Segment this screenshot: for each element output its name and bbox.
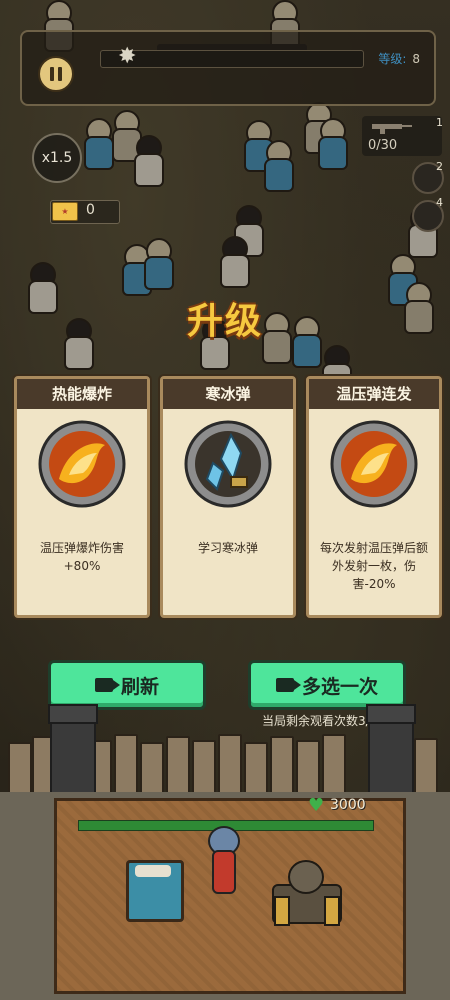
ice-crystal-icon bbox=[184, 420, 272, 508]
card-description: 温压弹爆炸伤害+80% bbox=[39, 541, 124, 573]
hero-character bbox=[200, 826, 244, 896]
upgrade-card-3[interactable]: 温压弹连发 每次发射温压弹后额外发射一枚，伤害-20% bbox=[306, 376, 442, 618]
fireball-icon bbox=[330, 420, 418, 508]
level-value: 8 bbox=[412, 52, 420, 66]
card-title: 温压弹连发 bbox=[309, 379, 439, 409]
weapon-slot-number: 1 bbox=[436, 116, 443, 129]
ticket-count: 0 bbox=[86, 202, 95, 218]
level-label: 等级: bbox=[378, 52, 407, 66]
top-hud bbox=[20, 30, 436, 106]
wall-pillar bbox=[48, 704, 98, 796]
pause-button[interactable] bbox=[38, 56, 74, 92]
pause-icon bbox=[50, 67, 54, 81]
turret bbox=[266, 854, 344, 926]
pick-again-label: 多选一次 bbox=[301, 675, 378, 698]
bed bbox=[126, 860, 184, 922]
weapon-slot-number: 2 bbox=[436, 160, 443, 173]
card-title: 寒冰弹 bbox=[163, 379, 293, 409]
star-burst-icon: ✸ bbox=[118, 44, 137, 69]
refresh-label: 刷新 bbox=[120, 675, 159, 698]
base-hp: 3000 bbox=[330, 797, 366, 813]
pick-again-button[interactable]: 多选一次 bbox=[248, 660, 406, 710]
wave-progress-bar bbox=[100, 50, 364, 68]
weapon-slot-number: 4 bbox=[436, 196, 443, 209]
upgrade-card-2[interactable]: 寒冰弹 学习寒冰弹 bbox=[160, 376, 296, 618]
ammo-count: 0/30 bbox=[368, 138, 398, 153]
heart-icon: ♥ bbox=[308, 795, 325, 816]
upgrade-title: 升级 bbox=[186, 301, 263, 342]
video-camera-icon bbox=[94, 678, 113, 692]
fireball-icon bbox=[38, 420, 126, 508]
rifle-icon bbox=[372, 124, 412, 134]
card-description: 每次发射温压弹后额外发射一枚，伤害-20% bbox=[319, 541, 428, 591]
ticket-icon: ★ bbox=[52, 202, 78, 221]
card-title: 热能爆炸 bbox=[17, 379, 147, 409]
views-remaining-text: 当局剩余观看次数3/3 bbox=[262, 714, 378, 728]
video-camera-icon bbox=[275, 678, 294, 692]
upgrade-card-1[interactable]: 热能爆炸 温压弹爆炸伤害+80% bbox=[14, 376, 150, 618]
speed-button[interactable]: x1.5 bbox=[32, 133, 82, 183]
wall-pillar bbox=[366, 704, 416, 796]
card-description: 学习寒冰弹 bbox=[197, 541, 258, 555]
refresh-button[interactable]: 刷新 bbox=[48, 660, 206, 710]
level-indicator: 等级: 8 bbox=[378, 50, 420, 67]
